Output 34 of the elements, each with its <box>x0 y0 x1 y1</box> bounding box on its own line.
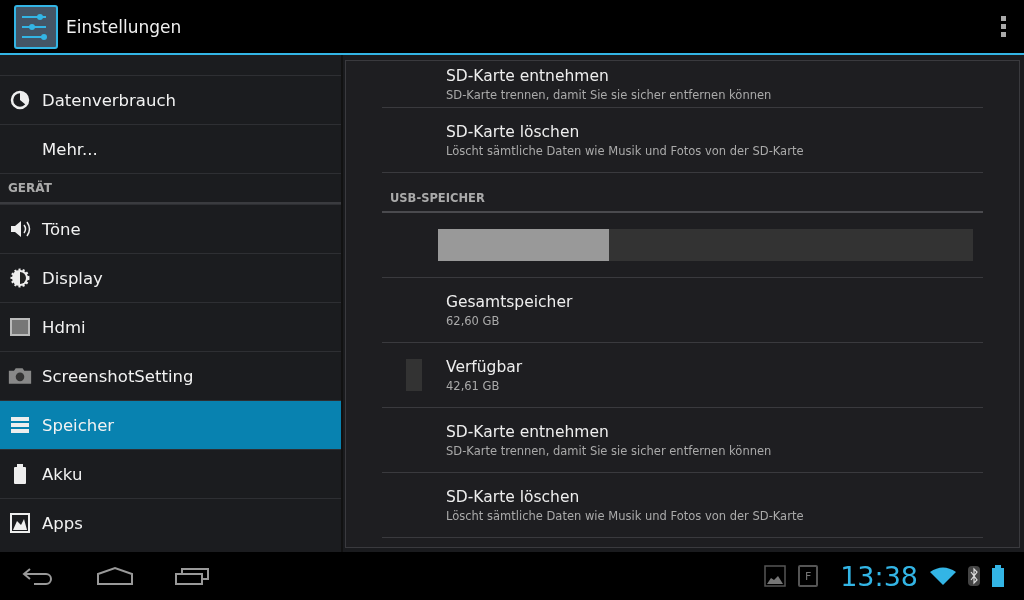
sidebar-item[interactable]: Hdmi <box>0 302 341 351</box>
clock: 13:38 <box>840 560 918 592</box>
wifi-icon <box>930 567 956 585</box>
preference-item[interactable]: SD-Karte löschen Löscht sämtliche Daten wie Musik und Fotos von der SD-Karte <box>382 108 983 173</box>
apps-icon <box>10 513 30 533</box>
sidebar-item[interactable]: Display <box>0 253 341 302</box>
camera-icon <box>8 366 32 386</box>
sidebar-item[interactable]: Töne <box>0 204 341 253</box>
notification-icon[interactable]: F <box>798 565 819 587</box>
sidebar-item[interactable]: Datenverbrauch <box>0 75 341 124</box>
battery-icon <box>14 464 26 484</box>
sidebar-item[interactable]: Apps <box>0 498 341 547</box>
bluetooth-icon <box>968 566 980 586</box>
battery-icon <box>992 565 1004 587</box>
sidebar-item[interactable]: Speicher <box>0 400 341 449</box>
speaker-icon <box>9 219 31 239</box>
storage-icon <box>10 416 30 434</box>
recent-apps-button[interactable] <box>174 566 210 586</box>
sidebar-item[interactable]: Akku <box>0 449 341 498</box>
preference-item[interactable]: SD-Karte löschen Löscht sämtliche Daten wie Musik und Fotos von der SD-Karte <box>382 473 983 538</box>
sidebar-item[interactable]: Mehr... <box>0 124 341 173</box>
preference-item[interactable]: Verfügbar 42,61 GB <box>382 343 983 408</box>
pie-chart-icon <box>10 90 30 110</box>
preference-item[interactable]: SD-Karte entnehmen SD-Karte trennen, damit Sie sie sicher entfernen können <box>382 408 983 473</box>
brightness-icon <box>10 268 30 288</box>
monitor-icon <box>10 318 30 336</box>
home-button[interactable] <box>96 566 134 586</box>
preference-item[interactable]: Gesamtspeicher 62,60 GB <box>382 278 983 343</box>
section-header: USB-SPEICHER <box>382 177 983 213</box>
section-header: GERÄT <box>0 173 341 204</box>
app-title: Einstellungen <box>66 16 183 37</box>
image-icon[interactable] <box>764 565 787 587</box>
preference-item[interactable]: SD-Karte entnehmen SD-Karte trennen, damit Sie sie sicher entfernen können <box>382 61 983 108</box>
settings-icon[interactable] <box>14 4 58 49</box>
